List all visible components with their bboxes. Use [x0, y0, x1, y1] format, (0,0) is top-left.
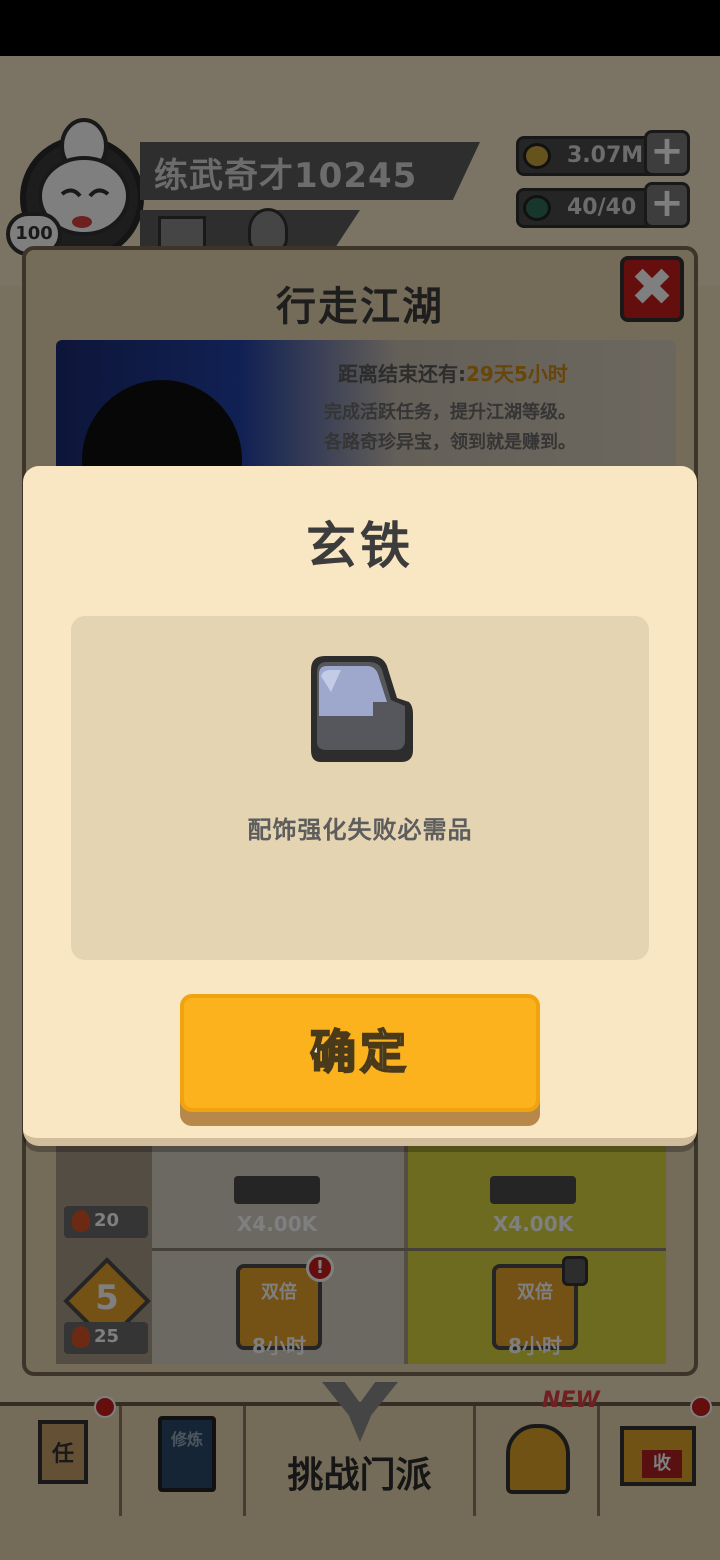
confirm-label: 确定: [309, 1024, 410, 1080]
item-description: 配饰强化失败必需品: [247, 816, 473, 844]
status-bar: [0, 0, 720, 56]
item-detail-box: 配饰强化失败必需品: [71, 616, 649, 960]
iron-ingot-icon: [311, 656, 413, 762]
item-info-dialog: 玄铁 配饰强化失败必需品 确定: [23, 466, 697, 1146]
item-name: 玄铁: [306, 517, 414, 575]
confirm-button[interactable]: 确定: [180, 994, 540, 1112]
